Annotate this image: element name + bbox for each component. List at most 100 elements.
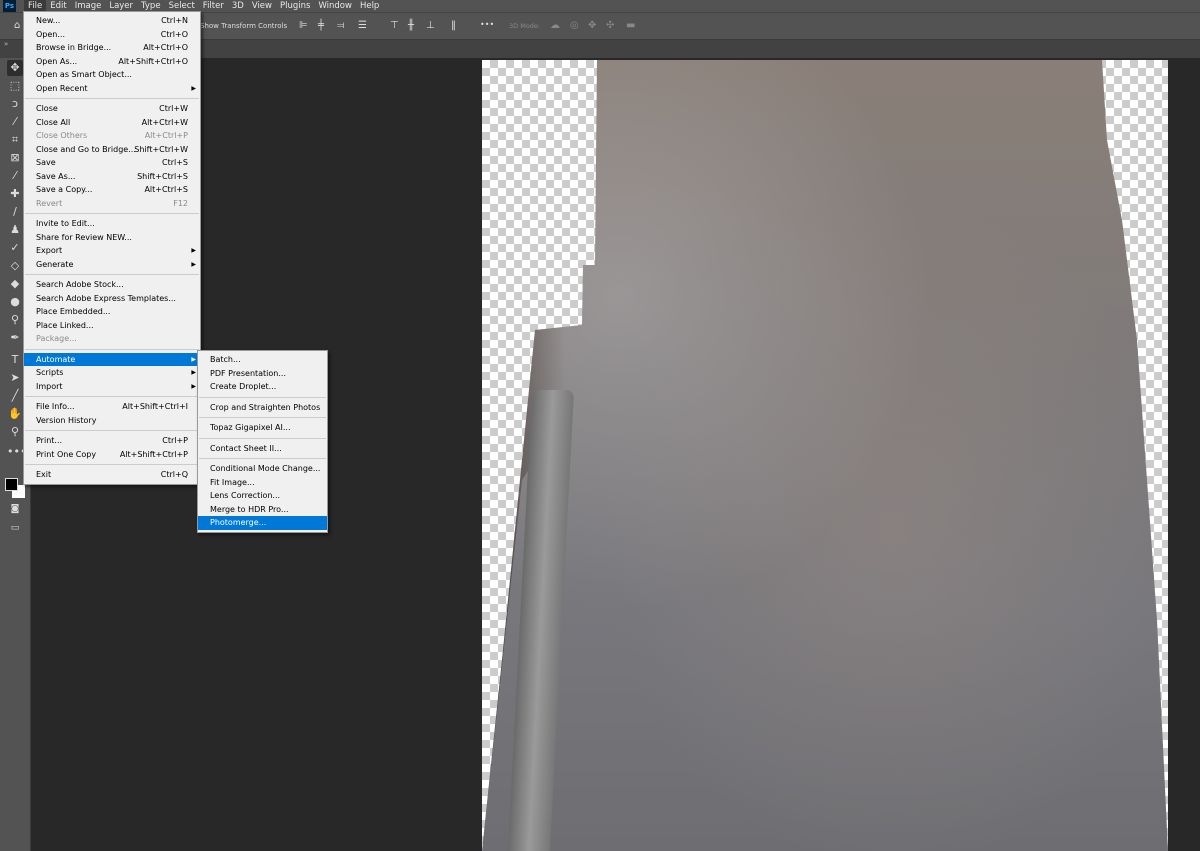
menu-item-shortcut: Shift+Ctrl+W — [134, 144, 188, 154]
align-left-icon[interactable]: ⊫ — [299, 20, 308, 31]
menu-item-open-as[interactable]: Open As... Alt+Shift+Ctrl+O — [24, 55, 200, 69]
menu-item-shortcut: Alt+Shift+Ctrl+I — [122, 402, 188, 411]
type-tool-icon[interactable]: T — [7, 352, 23, 368]
line-tool-icon[interactable]: ╱ — [7, 388, 23, 404]
menu-item-close-all[interactable]: Close All Alt+Ctrl+W — [24, 116, 200, 130]
eraser-tool-icon[interactable]: ◇ — [7, 258, 23, 274]
menu-item-export[interactable]: Export ▶ — [24, 244, 200, 258]
3d-camera-icon[interactable]: ▬ — [626, 20, 635, 31]
align-bottom-icon[interactable]: ⊥ — [426, 20, 435, 31]
dodge-tool-icon[interactable]: ⚲ — [7, 312, 23, 328]
menu-item-place-linked[interactable]: Place Linked... — [24, 319, 200, 333]
menu-item-close-and-go-to-bridge[interactable]: Close and Go to Bridge... Shift+Ctrl+W — [24, 143, 200, 157]
3d-pan-icon[interactable]: ✥ — [588, 20, 596, 31]
menu-item-photomerge[interactable]: Photomerge... — [198, 516, 327, 530]
menu-item-file-info[interactable]: File Info... Alt+Shift+Ctrl+I — [24, 400, 200, 414]
blur-tool-icon[interactable]: ● — [7, 294, 23, 310]
menu-item-fit-image[interactable]: Fit Image... — [198, 476, 327, 490]
align-top-icon[interactable]: ⊤ — [390, 20, 399, 31]
menu-item-browse-in-bridge[interactable]: Browse in Bridge... Alt+Ctrl+O — [24, 41, 200, 55]
marquee-tool-icon[interactable]: ⬚ — [7, 78, 23, 94]
menu-item-revert[interactable]: Revert F12 — [24, 197, 200, 211]
menu-item-place-embedded[interactable]: Place Embedded... — [24, 305, 200, 319]
move-tool-icon[interactable]: ✥ — [7, 60, 23, 76]
collapse-icon[interactable]: » — [4, 40, 8, 48]
3d-orbit-icon[interactable]: ☁ — [550, 20, 560, 31]
menu-item-topaz-gigapixel-ai[interactable]: Topaz Gigapixel AI... — [198, 421, 327, 435]
menu-item-crop-and-straighten-photos[interactable]: Crop and Straighten Photos — [198, 401, 327, 415]
submenu-arrow-icon: ▶ — [191, 369, 196, 376]
menu-item-package[interactable]: Package... — [24, 332, 200, 346]
show-transform-controls-label[interactable]: Show Transform Controls — [200, 22, 287, 30]
menu-item-version-history[interactable]: Version History — [24, 414, 200, 428]
path-selection-tool-icon[interactable]: ➤ — [7, 370, 23, 386]
menu-item-save[interactable]: Save Ctrl+S — [24, 156, 200, 170]
menu-separator — [199, 417, 326, 418]
3d-roll-icon[interactable]: ◎ — [570, 20, 579, 31]
lasso-tool-icon[interactable]: ↄ — [7, 96, 23, 112]
menu-item-merge-to-hdr-pro[interactable]: Merge to HDR Pro... — [198, 503, 327, 517]
menu-item-new[interactable]: New... Ctrl+N — [24, 14, 200, 28]
menu-item-label: File Info... — [36, 402, 75, 411]
menu-item-label: Open as Smart Object... — [36, 70, 132, 79]
menu-item-automate[interactable]: Automate ▶ — [24, 352, 200, 366]
brush-tool-icon[interactable]: / — [7, 204, 23, 220]
menu-item-import[interactable]: Import ▶ — [24, 380, 200, 394]
menu-item-share-for-review-new[interactable]: Share for Review NEW... — [24, 231, 200, 245]
menu-item-search-adobe-stock[interactable]: Search Adobe Stock... — [24, 278, 200, 292]
menu-filter[interactable]: Filter — [199, 0, 228, 12]
menu-plugins[interactable]: Plugins — [276, 0, 314, 12]
menu-item-invite-to-edit[interactable]: Invite to Edit... — [24, 217, 200, 231]
3d-slide-icon[interactable]: ✣ — [606, 20, 614, 31]
quick-mask-icon[interactable]: ◙ — [7, 501, 23, 517]
menu-item-contact-sheet-ii[interactable]: Contact Sheet II... — [198, 442, 327, 456]
distribute-vertical-icon[interactable]: ‖ — [451, 20, 456, 31]
home-icon[interactable]: ⌂ — [14, 20, 20, 31]
menu-item-label: Search Adobe Stock... — [36, 280, 124, 289]
menu-item-pdf-presentation[interactable]: PDF Presentation... — [198, 367, 327, 381]
align-vcenter-icon[interactable]: ╫ — [408, 20, 414, 31]
healing-brush-tool-icon[interactable]: ✚ — [7, 186, 23, 202]
eyedropper-tool-icon[interactable]: ⁄ — [7, 168, 23, 184]
edit-toolbar-icon[interactable]: ••• — [7, 444, 26, 460]
distribute-icon[interactable]: ☰ — [358, 20, 367, 31]
menu-item-save-as[interactable]: Save As... Shift+Ctrl+S — [24, 170, 200, 184]
menu-separator — [25, 396, 199, 397]
menu-window[interactable]: Window — [314, 0, 356, 12]
menu-item-open-recent[interactable]: Open Recent ▶ — [24, 82, 200, 96]
align-hcenter-icon[interactable]: ╪ — [318, 20, 324, 31]
screen-mode-icon[interactable]: ▭ — [7, 520, 23, 536]
paint-bucket-tool-icon[interactable]: ◆ — [7, 276, 23, 292]
menu-item-search-adobe-express-templates[interactable]: Search Adobe Express Templates... — [24, 292, 200, 306]
foreground-color-swatch[interactable] — [5, 478, 18, 491]
frame-tool-icon[interactable]: ⊠ — [7, 150, 23, 166]
pen-tool-icon[interactable]: ✒ — [7, 330, 23, 346]
menu-item-batch[interactable]: Batch... — [198, 353, 327, 367]
menu-item-open[interactable]: Open... Ctrl+O — [24, 28, 200, 42]
menu-item-print-one-copy[interactable]: Print One Copy Alt+Shift+Ctrl+P — [24, 448, 200, 462]
align-right-icon[interactable]: ⫤ — [337, 20, 345, 31]
menu-help[interactable]: Help — [356, 0, 383, 12]
menu-item-create-droplet[interactable]: Create Droplet... — [198, 380, 327, 394]
magic-wand-tool-icon[interactable]: ⁄ — [7, 114, 23, 130]
menu-item-conditional-mode-change[interactable]: Conditional Mode Change... — [198, 462, 327, 476]
menu-item-close-others[interactable]: Close Others Alt+Ctrl+P — [24, 129, 200, 143]
menu-item-label: Import — [36, 381, 63, 391]
menu-item-open-as-smart-object[interactable]: Open as Smart Object... — [24, 68, 200, 82]
menu-item-scripts[interactable]: Scripts ▶ — [24, 366, 200, 380]
stamp-tool-icon[interactable]: ♟ — [7, 222, 23, 238]
hand-tool-icon[interactable]: ✋ — [7, 406, 23, 422]
menu-item-exit[interactable]: Exit Ctrl+Q — [24, 468, 200, 482]
menu-item-print[interactable]: Print... Ctrl+P — [24, 434, 200, 448]
menu-item-save-a-copy[interactable]: Save a Copy... Alt+Ctrl+S — [24, 183, 200, 197]
menu-separator — [25, 274, 199, 275]
menu-item-close[interactable]: Close Ctrl+W — [24, 102, 200, 116]
menu-view[interactable]: View — [248, 0, 276, 12]
menu-item-lens-correction[interactable]: Lens Correction... — [198, 489, 327, 503]
history-brush-tool-icon[interactable]: ✓ — [7, 240, 23, 256]
menu-3d[interactable]: 3D — [228, 0, 248, 12]
more-options-icon[interactable]: ••• — [480, 20, 494, 29]
crop-tool-icon[interactable]: ⌗ — [7, 132, 23, 148]
zoom-tool-icon[interactable]: ⚲ — [7, 424, 23, 440]
menu-item-generate[interactable]: Generate ▶ — [24, 258, 200, 272]
